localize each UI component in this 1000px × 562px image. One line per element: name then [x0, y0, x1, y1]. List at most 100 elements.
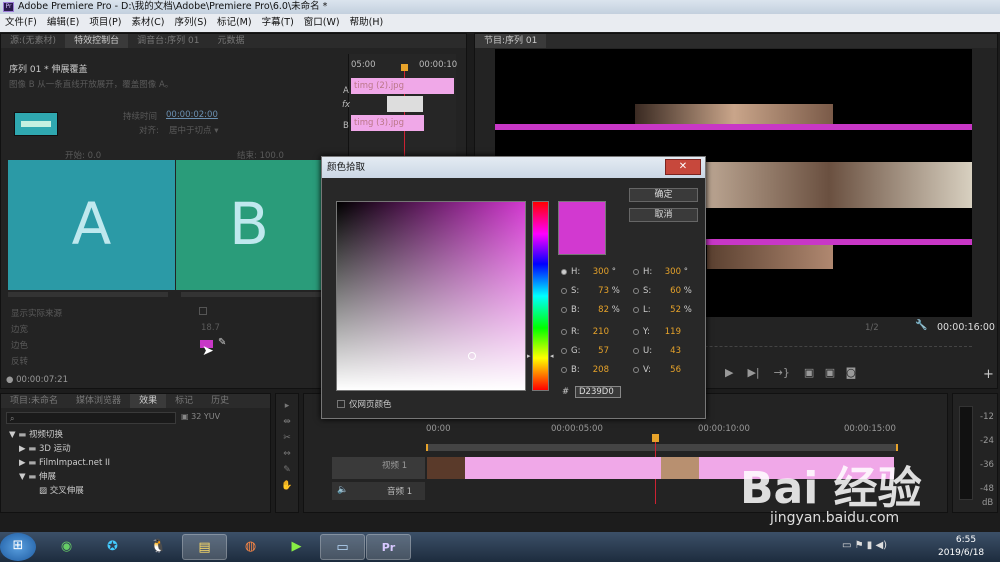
- menu-help[interactable]: 帮助(H): [345, 14, 389, 32]
- menu-clip[interactable]: 素材(C): [126, 14, 169, 32]
- tab-history[interactable]: 历史: [202, 394, 238, 408]
- play-button[interactable]: ▶: [725, 366, 733, 379]
- start-button[interactable]: ⊞: [0, 533, 36, 561]
- menu-edit[interactable]: 编辑(E): [42, 14, 84, 32]
- mini-transition[interactable]: [387, 96, 423, 112]
- menu-sequence[interactable]: 序列(S): [170, 14, 212, 32]
- radio-hsl-l[interactable]: [633, 306, 639, 313]
- radio-hsb-b[interactable]: [561, 306, 567, 313]
- clip-thumbnail-2[interactable]: [661, 457, 699, 479]
- rgb-r-row[interactable]: R: 210: [561, 325, 620, 339]
- radio-yuv-u[interactable]: [633, 347, 639, 354]
- effects-search-input[interactable]: ⌕: [6, 412, 176, 424]
- hsl-h-row[interactable]: H: 300 °: [633, 265, 692, 279]
- app-triangle-icon[interactable]: ▶: [274, 534, 319, 560]
- effects-filter-icons[interactable]: ▣ 32 YUV: [181, 412, 220, 421]
- add-button-icon[interactable]: +: [983, 367, 994, 382]
- export-frame-button[interactable]: ◙: [846, 366, 857, 379]
- tab-effect-controls[interactable]: 特效控制台: [65, 34, 129, 48]
- radio-hsb-h[interactable]: [561, 268, 567, 275]
- border-width-value[interactable]: 18.7: [201, 323, 220, 333]
- tab-source[interactable]: 源:(无素材): [1, 34, 65, 48]
- browser-360-icon[interactable]: ◉: [44, 534, 89, 560]
- window-app-icon[interactable]: ▭: [320, 534, 365, 560]
- tree-item-3d-motion[interactable]: ▶ ▬ 3D 运动: [1, 442, 267, 456]
- speaker-icon[interactable]: 🔈: [337, 485, 348, 495]
- ok-button[interactable]: 确定: [629, 188, 698, 202]
- yuv-u-row[interactable]: U: 43: [633, 344, 692, 358]
- hsb-h-row[interactable]: H: 300 °: [561, 265, 620, 279]
- audio-track-header[interactable]: 🔈 音频 1: [332, 482, 425, 500]
- close-icon[interactable]: ✕: [665, 159, 701, 175]
- hex-input[interactable]: D239D0: [575, 386, 621, 398]
- tab-metadata[interactable]: 元数据: [208, 34, 253, 48]
- tray-icons[interactable]: ▭ ⚑ ▮ ◀): [842, 540, 887, 551]
- radio-hsl-h[interactable]: [633, 268, 639, 275]
- playhead-icon[interactable]: [401, 64, 408, 71]
- clip-thumbnail-1[interactable]: [427, 457, 465, 479]
- mini-clip-a[interactable]: timg (2).jpg: [351, 78, 454, 94]
- yuv-v-row[interactable]: V: 56: [633, 363, 692, 377]
- lift-button[interactable]: ▣: [804, 366, 814, 379]
- radio-rgb-r[interactable]: [561, 328, 567, 335]
- menu-title[interactable]: 字幕(T): [257, 14, 299, 32]
- tab-audio-mixer[interactable]: 调音台:序列 01: [128, 34, 208, 48]
- video-track-header[interactable]: 视频 1: [332, 457, 425, 479]
- tree-item-cross-stretch[interactable]: ▨ 交叉伸展: [1, 484, 267, 498]
- hsb-b-row[interactable]: B: 82 %: [561, 303, 620, 317]
- tree-item-video-transitions[interactable]: ▼ ▬ 视频切换: [1, 428, 267, 442]
- radio-rgb-g[interactable]: [561, 347, 567, 354]
- video-clip-1[interactable]: [465, 457, 661, 479]
- hue-marker-left-icon[interactable]: ▸: [527, 352, 531, 360]
- menu-project[interactable]: 项目(P): [84, 14, 126, 32]
- hsb-s-row[interactable]: S: 73 %: [561, 284, 620, 298]
- end-slider[interactable]: [181, 292, 322, 297]
- menu-window[interactable]: 窗口(W): [299, 14, 345, 32]
- color-field-cursor[interactable]: [468, 352, 476, 360]
- tree-item-filmimpact[interactable]: ▶ ▬ FilmImpact.net II: [1, 456, 267, 470]
- yuv-y-row[interactable]: Y: 119: [633, 325, 692, 339]
- radio-rgb-b[interactable]: [561, 366, 567, 373]
- radio-yuv-v[interactable]: [633, 366, 639, 373]
- work-area-bar[interactable]: [426, 444, 898, 451]
- radio-yuv-y[interactable]: [633, 328, 639, 335]
- web-colors-checkbox[interactable]: [337, 400, 345, 408]
- radio-hsl-s[interactable]: [633, 287, 639, 294]
- clock-time[interactable]: 6:55: [946, 535, 986, 545]
- zoom-level[interactable]: 1/2: [865, 323, 879, 333]
- tab-effects[interactable]: 效果: [130, 394, 167, 408]
- tree-item-stretch[interactable]: ▼ ▬ 伸展: [1, 470, 267, 484]
- file-explorer-icon[interactable]: ▤: [182, 534, 227, 560]
- radio-hsb-s[interactable]: [561, 287, 567, 294]
- go-to-out-button[interactable]: →}: [774, 366, 790, 379]
- qq-icon[interactable]: 🐧: [136, 534, 181, 560]
- color-field[interactable]: [336, 201, 526, 391]
- tab-project[interactable]: 项目:未命名: [1, 394, 67, 408]
- tab-markers[interactable]: 标记: [166, 394, 202, 408]
- hsl-l-row[interactable]: L: 52 %: [633, 303, 692, 317]
- show-actual-sources-checkbox[interactable]: [199, 307, 207, 315]
- step-forward-button[interactable]: ▶|: [747, 366, 759, 379]
- firefox-icon[interactable]: ◍: [228, 534, 273, 560]
- align-dropdown[interactable]: 居中于切点 ▾: [169, 124, 218, 136]
- rgb-g-row[interactable]: G: 57: [561, 344, 620, 358]
- tool-icons[interactable]: ▸ ⇹ ✂ ⇔ ✎ ✋: [276, 394, 298, 494]
- hue-marker-right-icon[interactable]: ◂: [550, 352, 554, 360]
- hue-slider[interactable]: [532, 201, 549, 391]
- tab-media-browser[interactable]: 媒体浏览器: [67, 394, 130, 408]
- timeline-playhead-icon[interactable]: [652, 434, 659, 442]
- rgb-b-row[interactable]: B: 208: [561, 363, 620, 377]
- duration-value[interactable]: 00:00:02:00: [166, 110, 218, 120]
- tab-program[interactable]: 节目:序列 01: [475, 34, 547, 48]
- menu-file[interactable]: 文件(F): [0, 14, 42, 32]
- premiere-taskbar-icon[interactable]: Pr: [366, 534, 411, 560]
- cancel-button[interactable]: 取消: [629, 208, 698, 222]
- clock-date[interactable]: 2019/6/18: [938, 548, 984, 558]
- extract-button[interactable]: ▣: [825, 366, 835, 379]
- menu-marker[interactable]: 标记(M): [212, 14, 257, 32]
- start-slider[interactable]: [8, 292, 168, 297]
- media-player-icon[interactable]: ✪: [90, 534, 135, 560]
- mini-clip-b[interactable]: timg (3).jpg: [351, 115, 424, 131]
- eyedropper-icon[interactable]: ✎: [218, 337, 226, 348]
- wrench-icon[interactable]: 🔧: [915, 320, 927, 331]
